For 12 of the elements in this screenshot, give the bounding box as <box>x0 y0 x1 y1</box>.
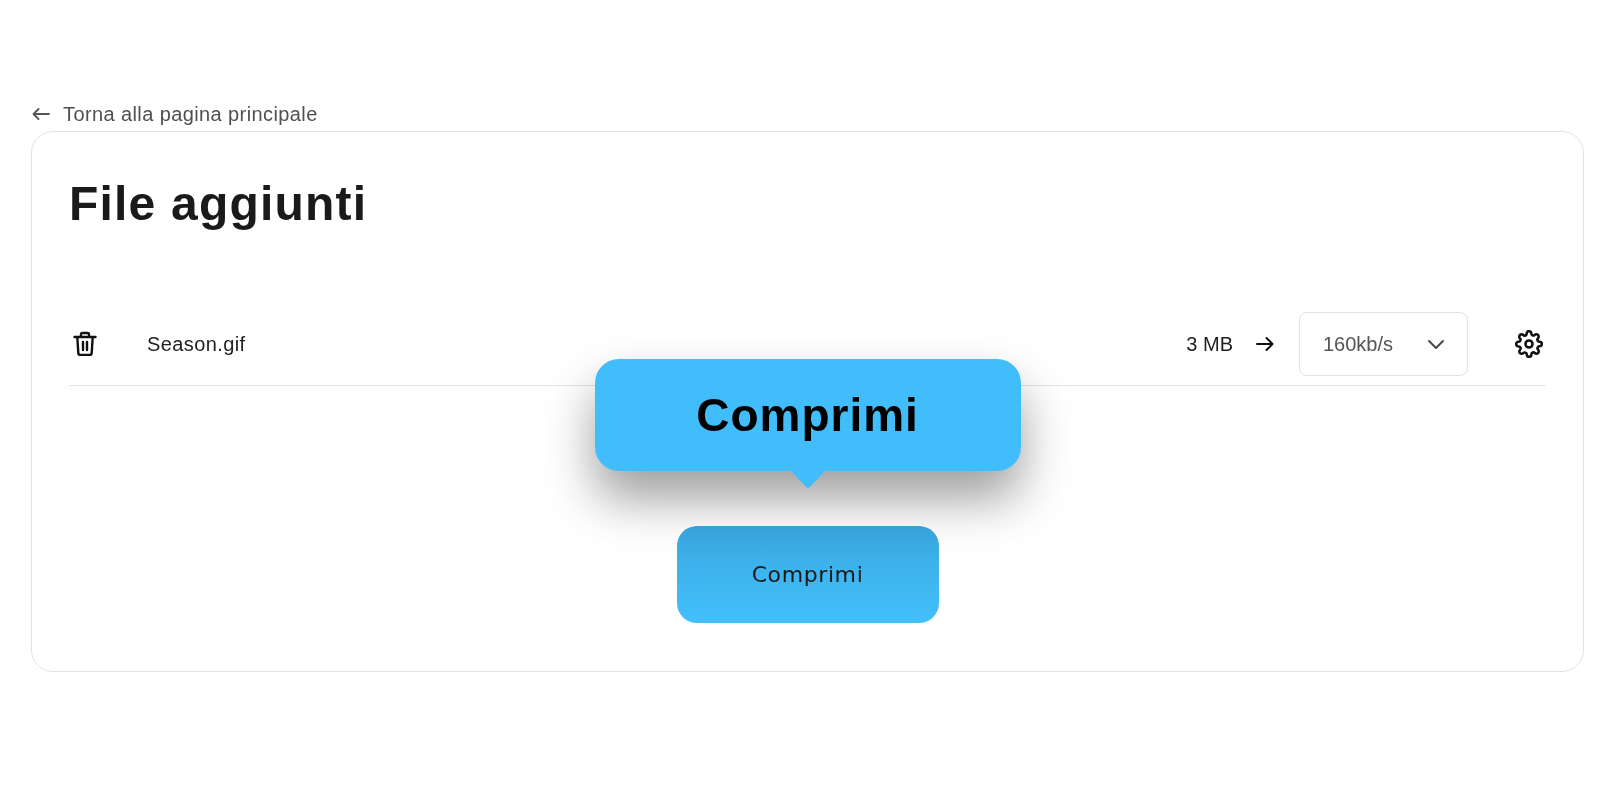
settings-icon[interactable] <box>1515 330 1543 358</box>
tooltip: Comprimi <box>594 359 1021 489</box>
chevron-down-icon <box>1428 339 1444 349</box>
compress-button[interactable]: Comprimi <box>676 526 939 623</box>
arrow-left-icon <box>32 108 50 120</box>
trash-icon[interactable] <box>73 331 97 357</box>
file-name: Season.gif <box>147 332 246 356</box>
back-link[interactable]: Torna alla pagina principale <box>32 102 318 126</box>
file-size: 3 MB <box>1186 332 1233 356</box>
bitrate-dropdown[interactable]: 160kb/s <box>1299 312 1468 376</box>
arrow-right-icon <box>1256 337 1274 351</box>
page-title: File aggiunti <box>69 176 368 232</box>
